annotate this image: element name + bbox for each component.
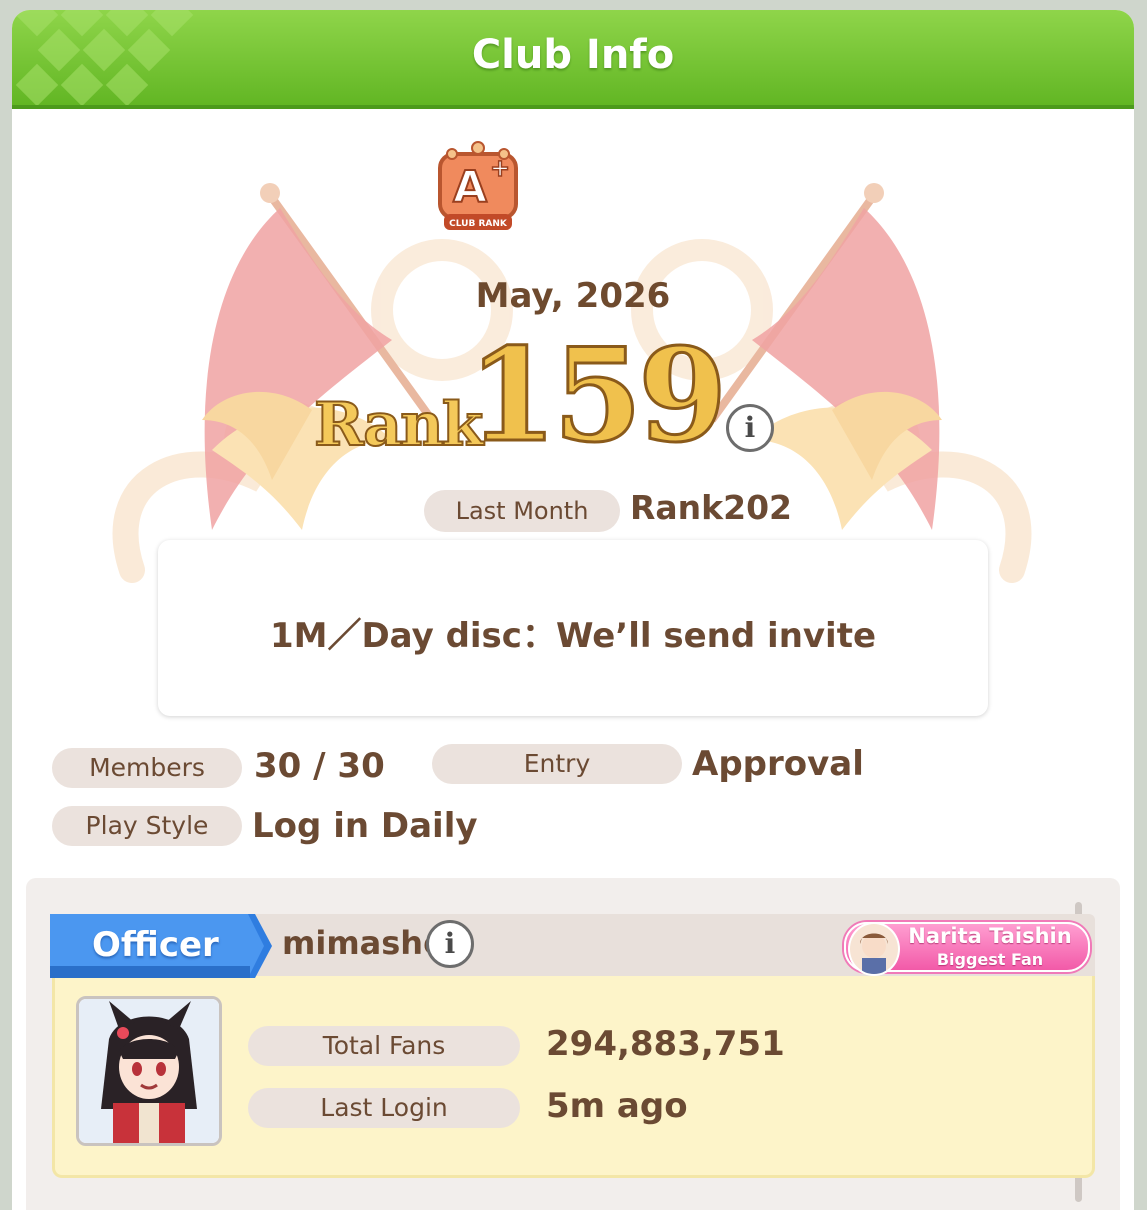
entry-label: Entry	[432, 744, 682, 784]
badge-letter: A	[453, 162, 487, 213]
last-login-label: Last Login	[248, 1088, 520, 1128]
total-fans-label: Total Fans	[248, 1026, 520, 1066]
rank-background-decoration	[112, 183, 1032, 583]
club-info-panel: Club Info A + CLUB RANK May, 2026 Rank 1…	[12, 10, 1134, 1210]
club-name-redacted	[532, 150, 862, 214]
club-description: 1M／Day disc：We’ll send invite	[269, 616, 877, 656]
rank-value: 159	[466, 321, 728, 471]
club-description-box: 1M／Day disc：We’ll send invite	[158, 540, 988, 716]
rank-info-icon[interactable]: i	[726, 404, 774, 452]
fan-character-name: Narita Taishin	[908, 924, 1072, 948]
last-login-value: 5m ago	[546, 1086, 688, 1126]
member-name[interactable]: mimasho	[282, 924, 445, 962]
badge-modifier: +	[490, 154, 510, 182]
entry-value: Approval	[692, 744, 864, 784]
last-month-label: Last Month	[424, 490, 620, 532]
character-portrait[interactable]	[76, 996, 222, 1146]
play-style-label: Play Style	[52, 806, 242, 846]
officer-label: Officer	[92, 925, 219, 965]
badge-caption: CLUB RANK	[449, 219, 508, 229]
club-rank-badge-icon: A + CLUB RANK	[438, 141, 518, 230]
rank-label: Rank	[313, 389, 484, 461]
members-value: 30 / 30	[254, 746, 385, 786]
ranking-month: May, 2026	[475, 276, 671, 316]
members-label: Members	[52, 748, 242, 788]
last-month-value: Rank202	[630, 488, 793, 527]
play-style-value: Log in Daily	[252, 806, 478, 846]
member-info-icon[interactable]: i	[426, 920, 474, 968]
total-fans-value: 294,883,751	[546, 1024, 785, 1064]
fan-badge-caption: Biggest Fan	[936, 950, 1044, 969]
